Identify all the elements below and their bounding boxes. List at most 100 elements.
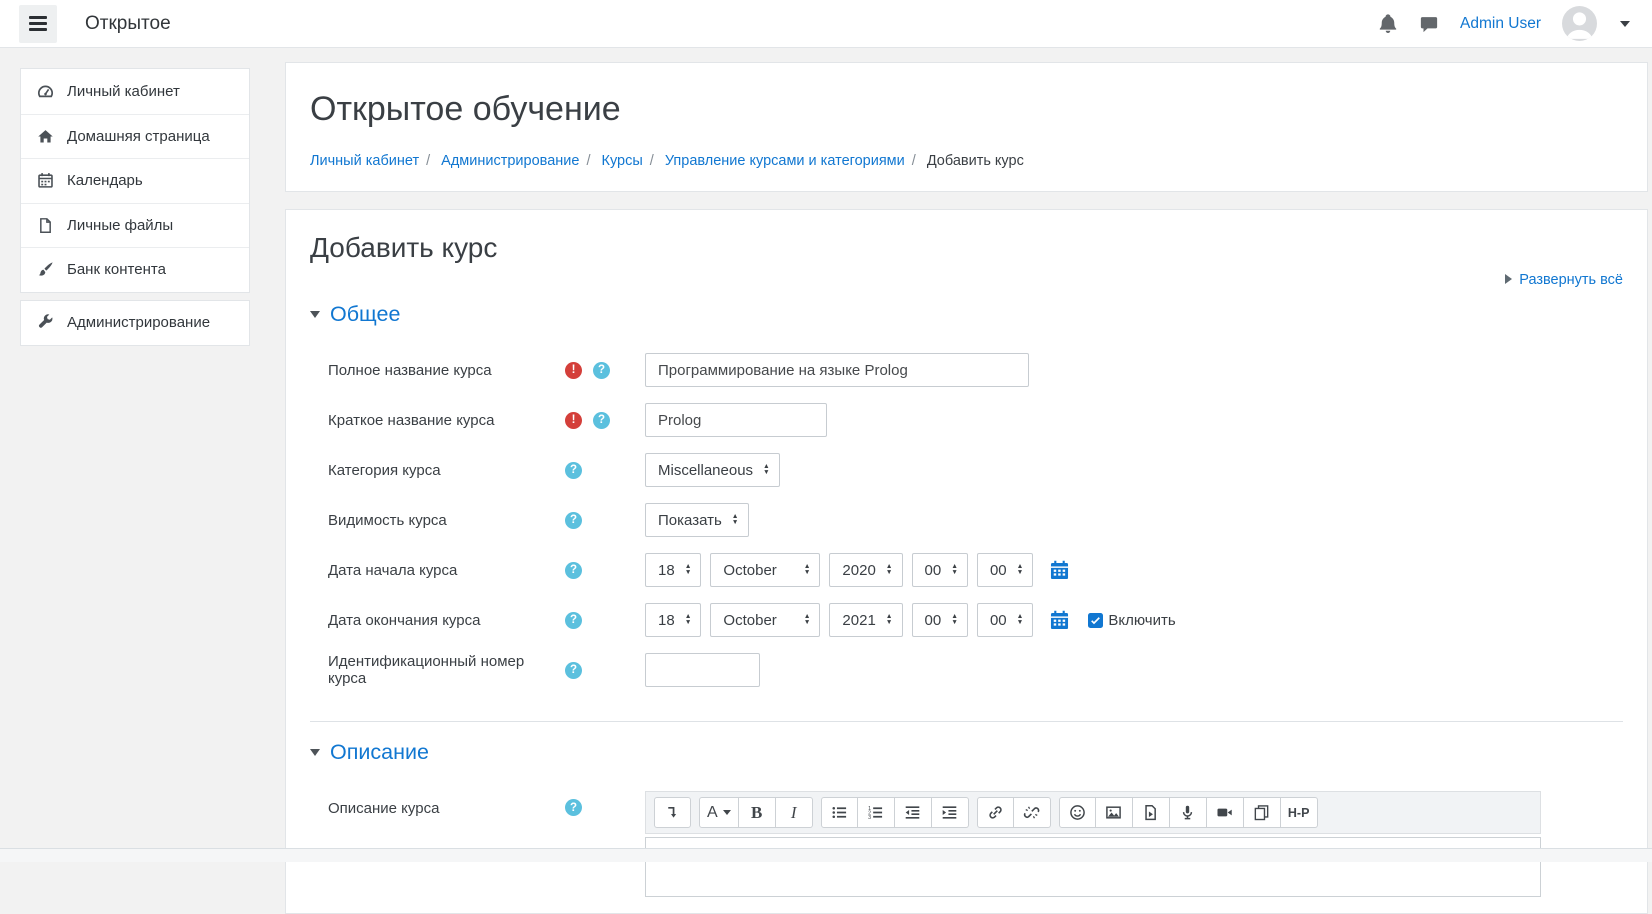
enddate-label: Дата окончания курса (328, 612, 550, 629)
help-icon[interactable]: ? (565, 462, 582, 479)
emoticon-button[interactable] (1059, 797, 1096, 828)
home-icon (37, 128, 54, 145)
fullname-label: Полное название курса (328, 362, 550, 379)
messages-chat-icon[interactable] (1419, 14, 1439, 34)
form-row-idnumber: Идентификационный номер курса ? (328, 653, 1623, 687)
avatar[interactable] (1562, 6, 1597, 41)
smiley-icon (1069, 804, 1086, 821)
sidebar-item-label: Домашняя страница (67, 128, 210, 145)
navbar-right: Admin User (1378, 6, 1630, 41)
caret-down-icon (723, 810, 731, 815)
startdate-hour-select[interactable]: 00▲▼ (912, 553, 968, 587)
svg-text:3: 3 (868, 815, 871, 821)
required-icon: ! (565, 362, 582, 379)
sidebar-item-dashboard[interactable]: Личный кабинет (21, 69, 249, 114)
italic-button[interactable]: I (776, 797, 813, 828)
menu-toggle-button[interactable] (19, 5, 57, 43)
insert-image-button[interactable] (1096, 797, 1133, 828)
select-arrows-icon: ▲▼ (886, 614, 893, 627)
breadcrumb-link-manage-courses[interactable]: Управление курсами и категориями (665, 153, 905, 169)
enddate-month-select[interactable]: October▲▼ (710, 603, 820, 637)
select-arrows-icon: ▲▼ (685, 564, 692, 577)
breadcrumb-link-dashboard[interactable]: Личный кабинет (310, 153, 419, 169)
visibility-select[interactable]: Показать ▲▼ (645, 503, 749, 537)
section-general-toggle[interactable]: Общее (310, 302, 1623, 327)
select-arrows-icon: ▲▼ (1017, 564, 1024, 577)
user-menu-caret-icon[interactable] (1620, 21, 1630, 27)
level-down-arrow-icon (664, 804, 681, 821)
select-arrows-icon: ▲▼ (1017, 614, 1024, 627)
microphone-icon (1179, 804, 1196, 821)
sidebar-item-calendar[interactable]: Календарь (21, 158, 249, 203)
add-course-form-card: Добавить курс Развернуть всё Общее Полно… (285, 209, 1648, 914)
startdate-day-select[interactable]: 18▲▼ (645, 553, 701, 587)
page-header-card: Открытое обучение Личный кабинет/ Админи… (285, 62, 1648, 192)
breadcrumb-link-administration[interactable]: Администрирование (441, 153, 579, 169)
help-icon[interactable]: ? (565, 512, 582, 529)
idnumber-input[interactable] (645, 653, 760, 687)
insert-media-button[interactable] (1133, 797, 1170, 828)
description-editor: A B I 123 (645, 791, 1541, 897)
collapse-toolbar-button[interactable] (654, 797, 691, 828)
form-row-description: Описание курса ? A (328, 791, 1623, 897)
sidebar-item-administration[interactable]: Администрирование (21, 301, 249, 346)
sidebar-item-content-bank[interactable]: Банк контента (21, 247, 249, 292)
select-arrows-icon: ▲▼ (732, 514, 739, 527)
unordered-list-button[interactable] (821, 797, 858, 828)
shortname-input[interactable] (645, 403, 827, 437)
user-menu-link[interactable]: Admin User (1460, 15, 1541, 33)
sidebar-item-home[interactable]: Домашняя страница (21, 114, 249, 159)
link-icon (987, 804, 1004, 821)
idnumber-label: Идентификационный номер курса (328, 653, 550, 687)
sidebar-item-private-files[interactable]: Личные файлы (21, 203, 249, 248)
help-icon[interactable]: ? (565, 662, 582, 679)
bold-button[interactable]: B (739, 797, 776, 828)
form-title: Добавить курс (310, 232, 1623, 264)
manage-files-button[interactable] (1244, 797, 1281, 828)
enddate-year-select[interactable]: 2021▲▼ (829, 603, 902, 637)
caret-down-icon (310, 311, 320, 318)
indent-button[interactable] (932, 797, 969, 828)
person-icon (1562, 6, 1597, 41)
select-arrows-icon: ▲▼ (951, 564, 958, 577)
form-row-shortname: Краткое название курса ! ? (328, 403, 1623, 437)
h5p-button[interactable]: H-P (1281, 797, 1318, 828)
help-icon[interactable]: ? (593, 362, 610, 379)
record-video-button[interactable] (1207, 797, 1244, 828)
breadcrumb-link-courses[interactable]: Курсы (602, 153, 643, 169)
enable-enddate-label: Включить (1108, 612, 1175, 629)
shortname-label: Краткое название курса (328, 412, 550, 429)
form-row-visibility: Видимость курса ? Показать ▲▼ (328, 503, 1623, 537)
help-icon[interactable]: ? (565, 612, 582, 629)
enddate-minute-select[interactable]: 00▲▼ (977, 603, 1033, 637)
category-select[interactable]: Miscellaneous ▲▼ (645, 453, 780, 487)
calendar-picker-icon[interactable] (1049, 560, 1070, 580)
startdate-month-select[interactable]: October▲▼ (710, 553, 820, 587)
startdate-year-select[interactable]: 2020▲▼ (829, 553, 902, 587)
notifications-bell-icon[interactable] (1378, 14, 1398, 34)
select-arrows-icon: ▲▼ (763, 464, 770, 477)
help-icon[interactable]: ? (565, 799, 582, 816)
enddate-hour-select[interactable]: 00▲▼ (912, 603, 968, 637)
expand-all-link[interactable]: Развернуть всё (1519, 272, 1623, 288)
calendar-picker-icon[interactable] (1049, 610, 1070, 630)
help-icon[interactable]: ? (593, 412, 610, 429)
fullname-input[interactable] (645, 353, 1029, 387)
help-icon[interactable]: ? (565, 562, 582, 579)
section-description-toggle[interactable]: Описание (310, 740, 1623, 765)
select-arrows-icon: ▲▼ (804, 564, 811, 577)
ordered-list-button[interactable]: 123 (858, 797, 895, 828)
indent-icon (941, 804, 958, 821)
site-brand[interactable]: Открытое (85, 13, 171, 35)
font-styles-button[interactable]: A (699, 797, 739, 828)
record-audio-button[interactable] (1170, 797, 1207, 828)
outdent-button[interactable] (895, 797, 932, 828)
insert-link-button[interactable] (977, 797, 1014, 828)
startdate-minute-select[interactable]: 00▲▼ (977, 553, 1033, 587)
enable-enddate-checkbox[interactable]: Включить (1088, 612, 1175, 629)
editor-content-area[interactable] (645, 837, 1541, 897)
unlink-button[interactable] (1014, 797, 1051, 828)
enddate-day-select[interactable]: 18▲▼ (645, 603, 701, 637)
files-copy-icon (1253, 804, 1270, 821)
bullet-list-icon (831, 804, 848, 821)
